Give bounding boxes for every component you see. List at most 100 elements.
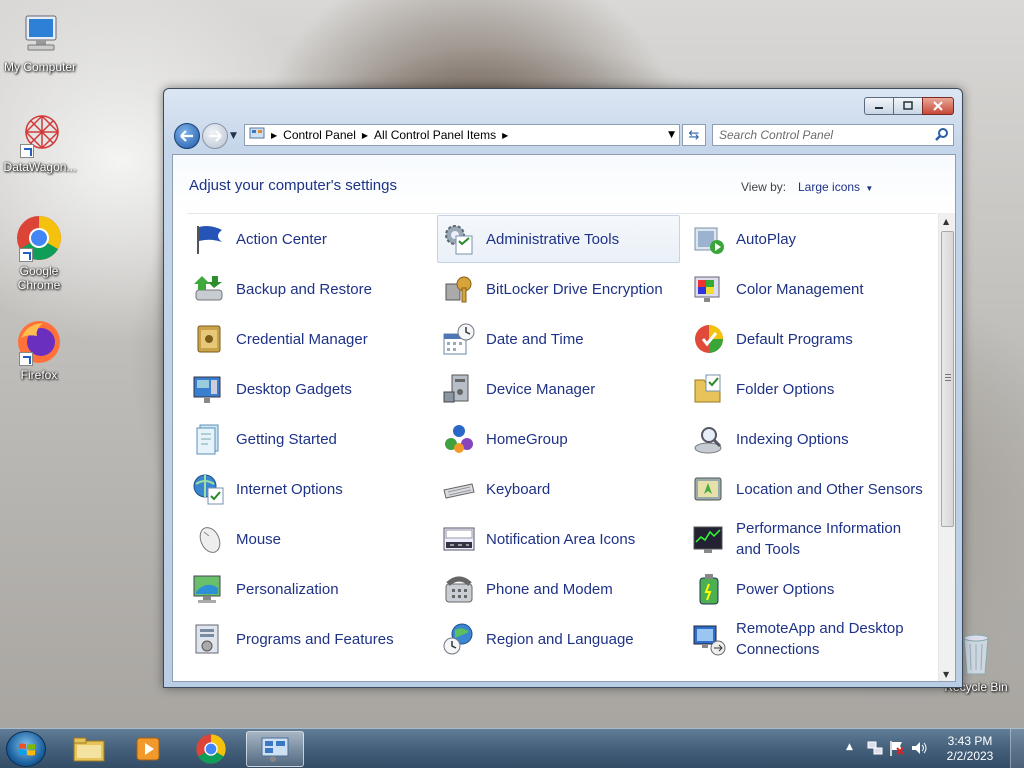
control-panel-item[interactable]: Administrative Tools <box>437 215 680 263</box>
desktop-icon-label: Google Chrome <box>17 264 61 292</box>
control-panel-item-label: AutoPlay <box>736 230 797 248</box>
address-field[interactable]: ▶ Control Panel ▶ All Control Panel Item… <box>244 124 680 146</box>
chrome-icon <box>196 734 226 764</box>
show-desktop-button[interactable] <box>1010 729 1024 768</box>
color-management-icon <box>692 272 726 306</box>
vertical-scrollbar[interactable]: ▲ ▼ <box>938 213 955 681</box>
performance-icon <box>692 522 726 556</box>
breadcrumb-separator-icon[interactable]: ▶ <box>271 131 277 140</box>
desktop-icon-my-computer[interactable]: My Computer <box>0 10 80 74</box>
control-panel-window: ▼ ▶ Control Panel ▶ All Control Panel It… <box>163 88 963 688</box>
back-button[interactable] <box>174 123 200 149</box>
taskbar-chrome-button[interactable] <box>182 731 240 767</box>
control-panel-item[interactable]: Region and Language <box>437 615 680 663</box>
taskbar-media-player-button[interactable] <box>120 731 178 767</box>
control-panel-item[interactable]: Mouse <box>187 515 430 563</box>
action-center-flag-icon[interactable] <box>888 739 906 760</box>
default-programs-icon <box>692 322 726 356</box>
control-panel-item[interactable]: Date and Time <box>437 315 680 363</box>
getting-started-icon <box>192 422 226 456</box>
folder-icon <box>73 737 105 762</box>
windows-logo-icon <box>19 743 35 756</box>
control-panel-item-label: Administrative Tools <box>486 230 620 248</box>
network-icon[interactable] <box>866 739 884 760</box>
breadcrumb-separator-icon[interactable]: ▶ <box>502 131 508 140</box>
address-bar-row: ▼ ▶ Control Panel ▶ All Control Panel It… <box>172 122 956 150</box>
gadgets-icon <box>192 372 226 406</box>
control-panel-item[interactable]: Performance Information and Tools <box>687 515 930 563</box>
control-panel-item[interactable]: RemoteApp and Desktop Connections <box>687 615 930 663</box>
view-by-label: View by: <box>741 180 787 194</box>
keyboard-icon <box>442 472 476 506</box>
phone-icon <box>442 572 476 606</box>
search-placeholder: Search Control Panel <box>719 128 834 142</box>
show-hidden-icons-icon[interactable]: ▲ <box>846 742 853 752</box>
control-panel-item[interactable]: BitLocker Drive Encryption <box>437 265 680 313</box>
control-panel-item[interactable]: Default Programs <box>687 315 930 363</box>
control-panel-item-label: Mouse <box>236 530 282 548</box>
control-panel-icon <box>261 737 289 762</box>
control-panel-item[interactable]: Getting Started <box>187 415 430 463</box>
breadcrumb-separator-icon[interactable]: ▶ <box>362 131 368 140</box>
control-panel-item[interactable]: Backup and Restore <box>187 265 430 313</box>
refresh-icon: ⇆ <box>688 127 700 143</box>
minimize-button[interactable] <box>864 97 894 115</box>
breadcrumb-control-panel[interactable]: Control Panel <box>283 128 356 142</box>
control-panel-item-label: Date and Time <box>486 330 584 348</box>
control-panel-item[interactable]: Action Center <box>187 215 430 263</box>
control-panel-item-label: Location and Other Sensors <box>736 480 923 498</box>
scroll-down-icon[interactable]: ▼ <box>943 670 949 679</box>
sensors-icon <box>692 472 726 506</box>
programs-icon <box>192 622 226 656</box>
control-panel-item[interactable]: Power Options <box>687 565 930 613</box>
maximize-button[interactable] <box>893 97 923 115</box>
address-dropdown-icon[interactable]: ▼ <box>668 130 675 140</box>
control-panel-item[interactable]: Device Manager <box>437 365 680 413</box>
clock[interactable]: 3:43 PM 2/2/2023 <box>940 734 1000 764</box>
desktop-icon-firefox[interactable]: Firefox <box>0 318 79 382</box>
start-button[interactable] <box>6 731 46 767</box>
control-panel-item-label: Phone and Modem <box>486 580 613 598</box>
control-panel-item[interactable]: Personalization <box>187 565 430 613</box>
region-icon <box>442 622 476 656</box>
admin-tools-icon <box>442 222 476 256</box>
control-panel-item[interactable]: Folder Options <box>687 365 930 413</box>
control-panel-item[interactable]: HomeGroup <box>437 415 680 463</box>
search-icon[interactable] <box>935 127 949 144</box>
recent-pages-dropdown[interactable]: ▼ <box>230 131 237 141</box>
control-panel-item[interactable]: Credential Manager <box>187 315 430 363</box>
remoteapp-icon <box>692 622 726 656</box>
control-panel-item[interactable]: Color Management <box>687 265 930 313</box>
desktop-icon-chrome[interactable]: Google Chrome <box>0 214 79 292</box>
control-panel-item[interactable]: Indexing Options <box>687 415 930 463</box>
desktop-icon-datawagon[interactable]: DataWagon... <box>0 110 80 174</box>
taskbar-control-panel-button[interactable] <box>246 731 304 767</box>
control-panel-item-label: Programs and Features <box>236 630 394 648</box>
close-button[interactable] <box>922 97 954 115</box>
control-panel-item-label: Action Center <box>236 230 327 248</box>
scroll-up-icon[interactable]: ▲ <box>943 217 949 226</box>
credential-vault-icon <box>192 322 226 356</box>
control-panel-item[interactable]: Notification Area Icons <box>437 515 680 563</box>
control-panel-item[interactable]: Desktop Gadgets <box>187 365 430 413</box>
taskbar-explorer-button[interactable] <box>60 731 118 767</box>
control-panel-item[interactable]: Location and Other Sensors <box>687 465 930 513</box>
flag-icon <box>192 222 226 256</box>
control-panel-item-label: Keyboard <box>486 480 551 498</box>
control-panel-item[interactable]: Programs and Features <box>187 615 430 663</box>
control-panel-item-label: RemoteApp and Desktop Connections <box>736 620 904 658</box>
scroll-thumb[interactable] <box>941 231 954 527</box>
control-panel-item-label: Performance Information and Tools <box>736 520 902 558</box>
control-panel-item[interactable]: Phone and Modem <box>437 565 680 613</box>
refresh-button[interactable]: ⇆ <box>682 124 706 146</box>
breadcrumb-all-items[interactable]: All Control Panel Items <box>374 128 496 142</box>
control-panel-item[interactable]: Keyboard <box>437 465 680 513</box>
volume-icon[interactable] <box>910 739 928 760</box>
view-by-dropdown[interactable]: Large icons ▼ <box>798 180 873 194</box>
search-input[interactable]: Search Control Panel <box>712 124 954 146</box>
control-panel-item-label: Backup and Restore <box>236 280 372 298</box>
control-panel-item-label: Indexing Options <box>736 430 849 448</box>
control-panel-item[interactable]: AutoPlay <box>687 215 930 263</box>
control-panel-item[interactable]: Internet Options <box>187 465 430 513</box>
forward-button[interactable] <box>202 123 228 149</box>
